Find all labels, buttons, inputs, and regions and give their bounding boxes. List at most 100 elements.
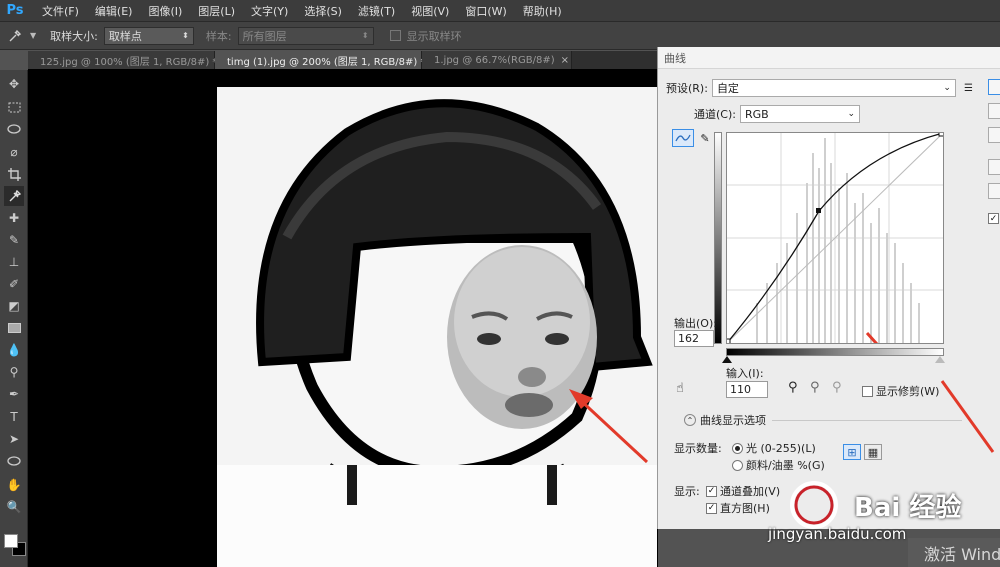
move-tool-icon[interactable]: ✥ [4, 74, 24, 94]
close-icon[interactable]: × [561, 55, 569, 66]
menu-edit[interactable]: 编辑(E) [87, 3, 141, 19]
output-field[interactable]: 162 [674, 330, 714, 347]
histogram-row[interactable]: ✓ 直方图(H) [706, 500, 770, 516]
input-field[interactable]: 110 [726, 381, 768, 398]
type-tool-icon[interactable]: T [4, 407, 24, 427]
brush-tool-icon[interactable]: ✎ [4, 230, 24, 250]
options-button[interactable] [988, 183, 1000, 199]
document-image[interactable] [217, 87, 657, 567]
show-clipping-row[interactable]: 显示修剪(W) [862, 383, 939, 399]
tab-label: timg (1).jpg @ 200% (图层 1, RGB/8#) * [227, 56, 426, 68]
preset-menu-icon[interactable]: ☰ [964, 83, 973, 94]
sample-size-select[interactable]: 取样点 ⬍ [103, 26, 194, 45]
menu-filter[interactable]: 滤镜(T) [350, 3, 403, 19]
detailed-grid-icon[interactable]: ▦ [864, 444, 882, 460]
show-clipping-checkbox[interactable] [862, 385, 873, 397]
menu-file[interactable]: 文件(F) [34, 3, 87, 19]
tools-panel: ✥ ⌀ ✚ ✎ ⊥ ✐ ◩ 💧 ⚲ ✒ T ➤ ✋ 🔍 [0, 70, 28, 567]
menu-image[interactable]: 图像(I) [140, 3, 190, 19]
pen-tool-icon[interactable]: ✒ [4, 384, 24, 404]
sample-value: 所有图层 [242, 29, 287, 43]
pigment-radio[interactable] [732, 459, 743, 471]
show-ring-checkbox[interactable] [389, 30, 401, 41]
tab-timg-jpg[interactable]: timg (1).jpg @ 200% (图层 1, RGB/8#) *× [215, 51, 440, 69]
menu-bar: Ps 文件(F) 编辑(E) 图像(I) 图层(L) 文字(Y) 选择(S) 滤… [0, 0, 1000, 22]
white-point-slider[interactable] [935, 356, 945, 363]
divider [772, 419, 962, 421]
show-label: 显示: [674, 485, 700, 498]
gray-eyedropper-icon[interactable]: ⚲ [810, 380, 820, 395]
black-point-slider[interactable] [722, 356, 732, 363]
chevron-down-icon: ⌄ [847, 109, 855, 119]
light-radio[interactable] [732, 442, 743, 454]
smooth-button[interactable] [988, 127, 1000, 143]
light-radio-row[interactable]: 光 (0-255)(L) [732, 440, 816, 456]
curve-point[interactable] [724, 338, 731, 345]
curves-graph[interactable] [724, 130, 959, 435]
tab-1-jpg[interactable]: 1.jpg @ 66.7%(RGB/8#) × [422, 51, 572, 69]
preview-row[interactable]: ✓ [988, 213, 1000, 224]
histogram-label: 直方图(H) [720, 502, 770, 515]
color-swatches[interactable] [2, 532, 26, 562]
photoshop-logo-icon[interactable]: Ps [4, 2, 26, 20]
sample-select[interactable]: 所有图层 ⬍ [237, 26, 374, 45]
collapse-icon[interactable]: ⌃ [684, 414, 696, 426]
black-eyedropper-icon[interactable]: ⚲ [788, 380, 798, 395]
output-label: 输出(O): [674, 317, 717, 330]
light-label: 光 (0-255)(L) [746, 442, 816, 455]
curves-plot[interactable] [724, 130, 959, 435]
tab-125-jpg[interactable]: 125.jpg @ 100% (图层 1, RGB/8#) *× [28, 51, 232, 69]
crop-tool-icon[interactable] [4, 164, 24, 184]
channel-value: RGB [744, 107, 769, 121]
curve-point[interactable] [816, 208, 821, 213]
dialog-title: 曲线 [658, 47, 1000, 69]
foreground-color-swatch[interactable] [4, 534, 18, 548]
white-eyedropper-icon[interactable]: ⚲ [832, 380, 842, 395]
hand-tool-icon[interactable]: ✋ [4, 475, 24, 495]
eyedropper-tool-preset-icon[interactable] [0, 22, 30, 50]
curve-point[interactable] [938, 130, 945, 137]
eraser-tool-icon[interactable]: ◩ [4, 296, 24, 316]
pigment-radio-row[interactable]: 颜料/油墨 %(G) [732, 457, 825, 473]
annotation-arrow [940, 380, 995, 453]
display-options-row[interactable]: ⌃ 曲线显示选项 [684, 412, 962, 428]
ok-button[interactable] [988, 79, 1000, 95]
gradient-tool-icon[interactable] [4, 318, 24, 338]
channel-overlay-checkbox[interactable]: ✓ [706, 485, 717, 497]
watermark-brand: Bai 经验 [854, 493, 962, 523]
curve-edit-icon[interactable] [672, 129, 694, 147]
history-brush-tool-icon[interactable]: ✐ [4, 274, 24, 294]
quick-select-tool-icon[interactable]: ⌀ [4, 142, 24, 162]
auto-button[interactable] [988, 159, 1000, 175]
path-select-tool-icon[interactable]: ➤ [4, 429, 24, 449]
preset-row: 预设(R): 自定 ⌄ ☰ [666, 79, 973, 97]
pencil-draw-icon[interactable]: ✎ [696, 129, 714, 147]
eyedropper-tool-icon[interactable] [4, 186, 24, 206]
updown-icon: ⬍ [361, 31, 369, 40]
menu-window[interactable]: 窗口(W) [457, 3, 514, 19]
zoom-tool-icon[interactable]: 🔍 [4, 497, 24, 517]
dodge-tool-icon[interactable]: ⚲ [4, 362, 24, 382]
lasso-tool-icon[interactable] [4, 120, 24, 140]
menu-view[interactable]: 视图(V) [403, 3, 457, 19]
cancel-button[interactable] [988, 103, 1000, 119]
histogram-checkbox[interactable]: ✓ [706, 502, 717, 514]
preset-select[interactable]: 自定 ⌄ [711, 79, 956, 97]
menu-select[interactable]: 选择(S) [296, 3, 350, 19]
healing-brush-tool-icon[interactable]: ✚ [4, 208, 24, 228]
ellipse-tool-icon[interactable] [4, 451, 24, 471]
menu-help[interactable]: 帮助(H) [515, 3, 570, 19]
menu-layer[interactable]: 图层(L) [190, 3, 243, 19]
target-adjust-hand-icon[interactable]: ☝ [676, 381, 684, 396]
show-ring-label: 显示取样环 [406, 29, 462, 43]
menu-type[interactable]: 文字(Y) [243, 3, 296, 19]
output-gradient [714, 132, 722, 344]
preview-checkbox[interactable]: ✓ [988, 213, 999, 224]
simple-grid-icon[interactable]: ⊞ [843, 444, 861, 460]
blur-tool-icon[interactable]: 💧 [4, 340, 24, 360]
channel-select[interactable]: RGB ⌄ [739, 105, 860, 123]
clone-stamp-tool-icon[interactable]: ⊥ [4, 252, 24, 272]
sample-size-label: 取样大小: [50, 29, 98, 43]
marquee-tool-icon[interactable] [4, 97, 24, 117]
chevron-down-icon[interactable]: ▼ [30, 31, 36, 40]
